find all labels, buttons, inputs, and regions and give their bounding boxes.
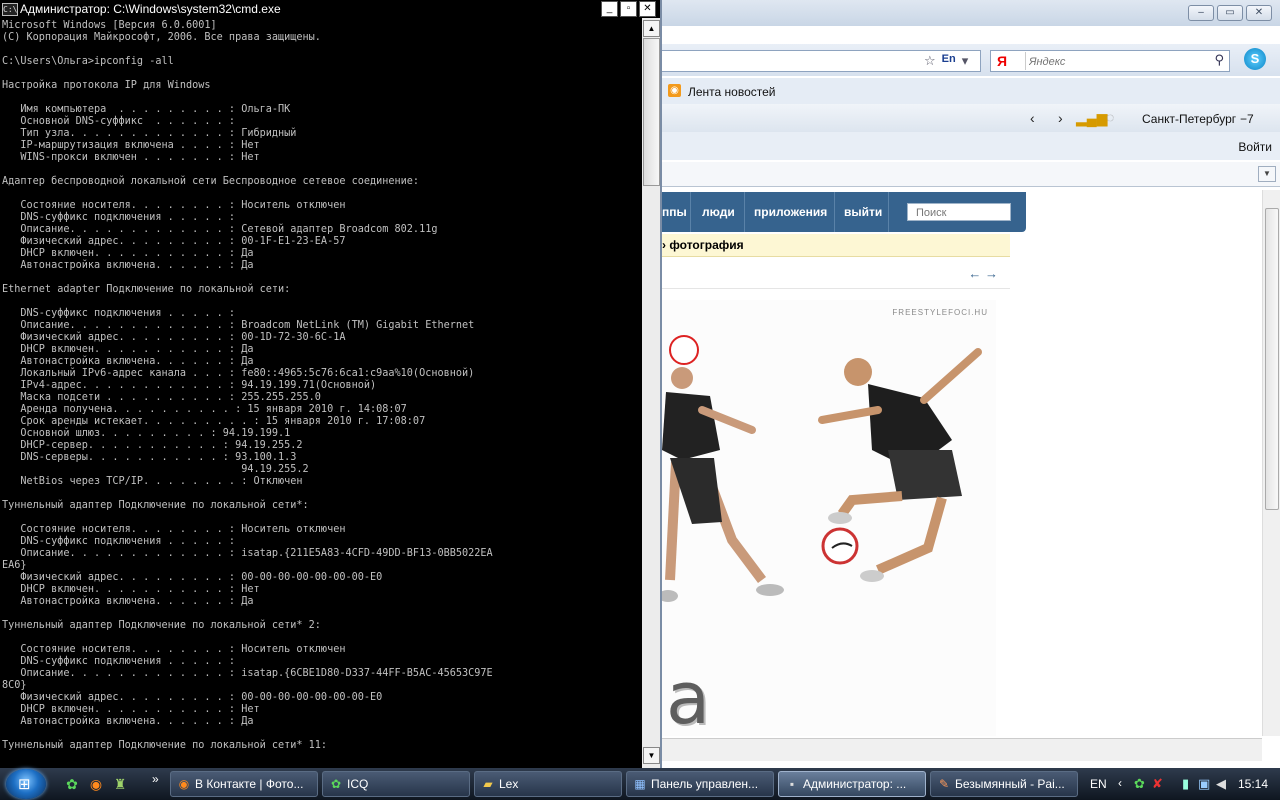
control-panel-icon: ▦	[634, 777, 646, 791]
icq-tray-icon[interactable]: ✿	[1134, 776, 1145, 792]
login-link[interactable]: Войти	[1238, 140, 1272, 154]
taskbar-button-label: Администратор: ...	[803, 777, 907, 791]
firefox-icon: ◉	[178, 777, 190, 791]
battery-tray-icon[interactable]: ▮	[1182, 776, 1189, 792]
rss-icon: ◉	[668, 84, 681, 97]
browser-close-button[interactable]: ✕	[1246, 5, 1272, 21]
nav-groups[interactable]: ппы	[662, 205, 687, 219]
taskbar-button[interactable]: ▰ Lex	[474, 771, 622, 797]
browser-window: – ▭ ✕ ☆ En ▾ Я ⚲ S ◉ Лента новостей ‹ › …	[662, 0, 1280, 768]
chevron-right-icon[interactable]: ›	[1058, 110, 1063, 126]
windows-logo-icon: ⊞	[18, 776, 31, 793]
taskbar-button-label: Безымянный - Pai...	[955, 777, 1065, 791]
taskbar-button-label: ICQ	[347, 777, 369, 791]
icq-icon: ✿	[330, 777, 342, 791]
taskbar-button[interactable]: ▦ Панель управлен...	[626, 771, 774, 797]
cmd-vertical-scrollbar[interactable]: ▲ ▼	[642, 18, 660, 768]
paint-icon: ✎	[938, 777, 950, 791]
taskbar-button[interactable]: ▪ Администратор: ...	[778, 771, 926, 797]
account-row: Войти	[662, 132, 1280, 160]
scroll-up-icon[interactable]: ▲	[643, 20, 660, 37]
chevron-left-icon[interactable]: ‹	[1030, 110, 1035, 126]
folder-icon: ▰	[483, 777, 493, 791]
cmd-close-button[interactable]: ✕	[639, 1, 656, 17]
tray-expand-icon[interactable]: ‹	[1118, 776, 1122, 790]
browser-minimize-button[interactable]: –	[1188, 5, 1214, 21]
search-input[interactable]	[1027, 53, 1211, 70]
cmd-window: C:\ Администратор: C:\Windows\system32\c…	[0, 0, 662, 768]
icq-quicklaunch-icon[interactable]: ✿	[64, 776, 80, 792]
cmd-window-title: Администратор: C:\Windows\system32\cmd.e…	[20, 2, 281, 16]
quicklaunch-more-icon[interactable]: »	[152, 772, 159, 786]
firefox-quicklaunch-icon[interactable]: ◉	[88, 776, 104, 792]
vk-navigation: ппы люди приложения выйти Поиск	[662, 192, 1026, 232]
start-button[interactable]: ⊞	[6, 769, 46, 799]
taskbar-button[interactable]: ✎ Безымянный - Pai...	[930, 771, 1078, 797]
vk-search-input[interactable]: Поиск	[907, 203, 1011, 221]
utility-quicklaunch-icon[interactable]: ♜	[112, 776, 128, 792]
cmd-minimize-button[interactable]: _	[601, 1, 618, 17]
console-text: Microsoft Windows [Версия 6.0.6001] (C) …	[2, 20, 493, 751]
web-page: ппы люди приложения выйти Поиск › фотогр…	[662, 188, 1262, 736]
cmd-maximize-button[interactable]: ▫	[620, 1, 637, 17]
search-icon[interactable]: ⚲	[1214, 52, 1224, 68]
tab-row: ▼	[662, 162, 1280, 187]
photo-image[interactable]: FREESTYLEFOCI.HU a	[662, 300, 996, 736]
taskbar-button-label: Панель управлен...	[651, 777, 759, 791]
signal-icon[interactable]: ▂▄▆	[1076, 110, 1107, 127]
antivirus-tray-icon[interactable]: ✘	[1152, 776, 1163, 792]
taskbar-button[interactable]: ✿ ICQ	[322, 771, 470, 797]
freestyle-football-players-illustration	[662, 335, 982, 602]
photo-caption-text: a Labdát	[666, 656, 715, 736]
nav-logout[interactable]: выйти	[844, 205, 882, 219]
favorites-bar: ◉ Лента новостей	[662, 78, 1280, 105]
nav-apps[interactable]: приложения	[754, 205, 827, 219]
taskbar: ⊞ ✿ ◉ ♜ » ◉ В Контакте | Фото... ✿ ICQ ▰ Lex ▦…	[0, 768, 1280, 800]
clock[interactable]: 15:14	[1238, 777, 1268, 791]
dropdown-icon[interactable]: ▾	[962, 53, 969, 69]
star-icon[interactable]: ☆	[924, 53, 936, 69]
lang-icon[interactable]: En	[942, 53, 956, 69]
photo-title: › фотография	[662, 238, 744, 252]
chat-icon[interactable]: ◌	[1106, 109, 1114, 125]
taskbar-button-label: В Контакте | Фото...	[195, 777, 304, 791]
toolbar-row: ‹ › ▂▄▆ ◌ Санкт-Петербург −7	[662, 104, 1280, 132]
photo-breadcrumb: › фотография	[662, 234, 1010, 257]
browser-horizontal-scrollbar[interactable]	[662, 738, 1262, 761]
language-indicator[interactable]: EN	[1090, 777, 1107, 791]
cmd-scroll-thumb[interactable]	[643, 38, 660, 186]
browser-vertical-scrollbar[interactable]	[1262, 190, 1280, 736]
cmd-icon[interactable]: C:\	[2, 3, 18, 16]
cmd-titlebar[interactable]: C:\ Администратор: C:\Windows\system32\c…	[0, 0, 660, 18]
skype-icon[interactable]: S	[1244, 48, 1266, 70]
nav-people[interactable]: люди	[702, 205, 735, 219]
photo-watermark: FREESTYLEFOCI.HU	[892, 308, 988, 317]
network-tray-icon[interactable]: ▣	[1198, 776, 1210, 792]
taskbar-button[interactable]: ◉ В Контакте | Фото...	[170, 771, 318, 797]
scroll-down-icon[interactable]: ▼	[643, 747, 660, 764]
photo-nav: ← →	[662, 258, 1010, 289]
browser-titlebar: – ▭ ✕	[662, 0, 1280, 26]
console-output[interactable]: Microsoft Windows [Версия 6.0.6001] (C) …	[0, 18, 642, 768]
browser-scroll-thumb[interactable]	[1265, 208, 1279, 510]
cmd-icon: ▪	[789, 777, 795, 791]
yandex-logo-icon[interactable]: Я	[994, 52, 1026, 70]
yandex-search-box: Я ⚲	[990, 50, 1230, 72]
browser-maximize-button[interactable]: ▭	[1217, 5, 1243, 21]
volume-tray-icon[interactable]: ◀	[1216, 776, 1226, 792]
photo-prev-next-arrows[interactable]: ← →	[968, 266, 998, 281]
favorites-link-news[interactable]: Лента новостей	[688, 85, 776, 99]
taskbar-button-label: Lex	[499, 777, 519, 791]
tab-list-chevron-icon[interactable]: ▼	[1258, 166, 1276, 182]
address-toolbar: ☆ En ▾ Я ⚲ S	[662, 44, 1280, 76]
weather-temperature: −7	[1240, 112, 1254, 126]
weather-city[interactable]: Санкт-Петербург	[1142, 112, 1236, 126]
